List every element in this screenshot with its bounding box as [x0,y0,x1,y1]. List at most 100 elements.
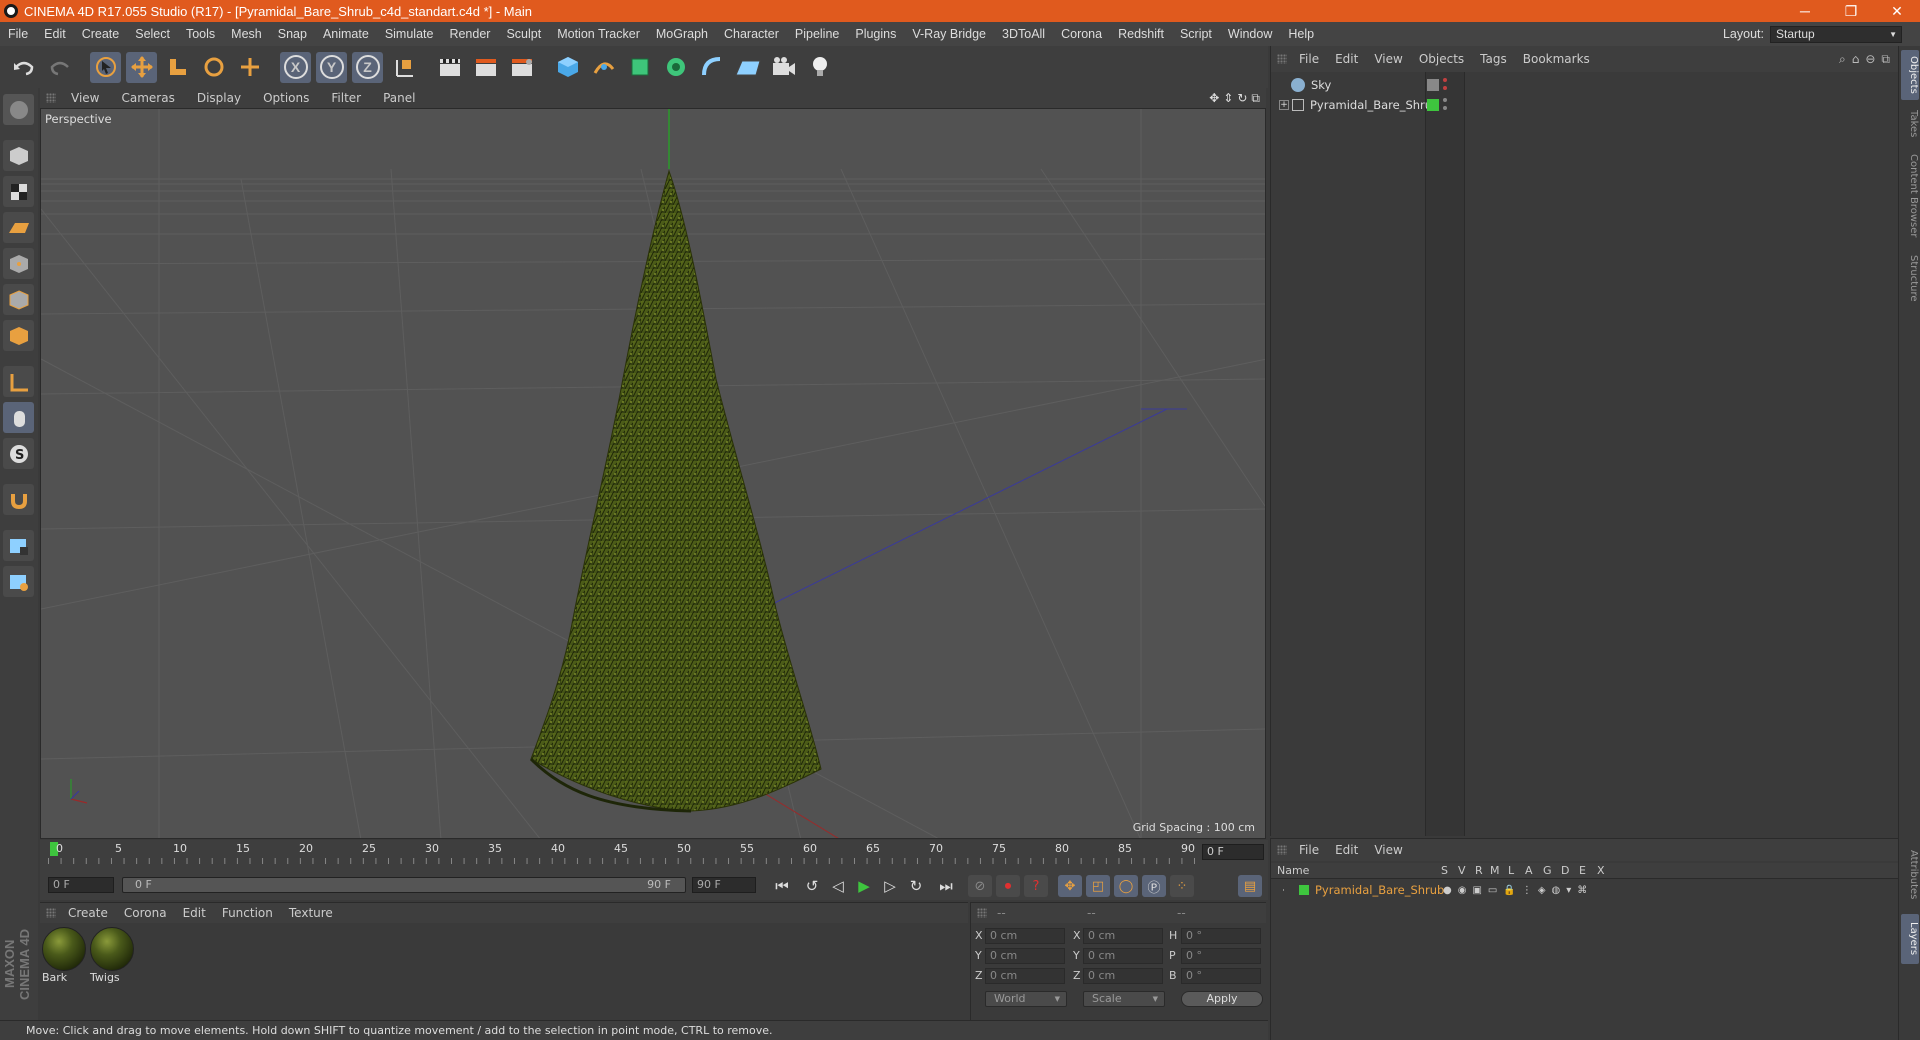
render-picture-viewer-button[interactable] [470,52,501,83]
transform-tool-button[interactable] [234,52,265,83]
move-tool-button[interactable] [126,51,157,83]
render-settings-button[interactable] [506,52,537,83]
menu-script[interactable]: Script [1172,27,1220,41]
rotation-p-field[interactable]: 0 ° [1181,948,1261,964]
layers-menu-view[interactable]: View [1366,843,1410,857]
layers-menu-file[interactable]: File [1291,843,1327,857]
size-y-field[interactable]: 0 cm [1083,948,1163,964]
render-visibility-dot[interactable] [1443,106,1447,110]
viewport-menu-view[interactable]: View [60,91,110,105]
size-x-field[interactable]: 0 cm [1083,928,1163,944]
key-position-button[interactable]: ✥ [1058,875,1082,897]
maximize-button[interactable]: ❐ [1828,0,1874,22]
x-axis-button[interactable]: X [280,51,311,83]
viewport-move-icon[interactable]: ✥ [1209,91,1219,105]
editor-visibility-dot[interactable] [1443,98,1447,102]
add-array-button[interactable] [660,52,691,83]
objects-menu-bookmarks[interactable]: Bookmarks [1515,52,1598,66]
menu-motion-tracker[interactable]: Motion Tracker [549,27,648,41]
material-menu-create[interactable]: Create [60,906,116,920]
material-swatch-twigs[interactable]: Twigs [90,927,136,985]
polygons-mode-button[interactable] [3,320,34,351]
objects-menu-edit[interactable]: Edit [1327,52,1366,66]
key-scale-button[interactable]: ◰ [1086,875,1110,897]
menu-character[interactable]: Character [716,27,787,41]
objects-menu-view[interactable]: View [1366,52,1410,66]
animation-toggle-icon[interactable]: ⋮ [1522,885,1532,896]
object-row-sky[interactable]: Sky [1279,76,1447,94]
material-menu-corona[interactable]: Corona [116,906,175,920]
add-spline-button[interactable] [588,52,619,83]
viewport-menu-display[interactable]: Display [186,91,252,105]
menu-3dtoall[interactable]: 3DToAll [994,27,1053,41]
link-icon[interactable]: ⊖ [1865,52,1875,67]
layout-select[interactable]: Startup [1770,25,1902,43]
texture-mode-button[interactable] [3,176,34,207]
expression-toggle-icon[interactable]: ▾ [1566,885,1571,896]
render-visibility-dot[interactable] [1443,86,1447,90]
layer-color-swatch[interactable] [1299,885,1309,895]
scale-tool-button[interactable] [162,52,193,83]
add-camera-button[interactable] [768,52,799,83]
editor-visibility-dot[interactable] [1443,78,1447,82]
objects-menu-file[interactable]: File [1291,52,1327,66]
material-menu-function[interactable]: Function [214,906,281,920]
viewport-menu-panel[interactable]: Panel [372,91,426,105]
material-menu-texture[interactable]: Texture [281,906,341,920]
end-frame-field[interactable]: 90 F [692,877,756,893]
y-axis-button[interactable]: Y [316,51,347,83]
add-cube-button[interactable] [552,52,583,83]
add-nurbs-button[interactable] [624,52,655,83]
previous-key-button[interactable]: ↺ [800,875,824,897]
axis-mode-button[interactable] [3,366,34,397]
coordinate-system-button[interactable] [388,52,419,83]
close-button[interactable]: ✕ [1874,0,1920,22]
magnet-button[interactable] [3,484,34,515]
generator-toggle-icon[interactable]: ◈ [1538,885,1546,896]
tab-content-browser[interactable]: Content Browser [1901,146,1919,246]
locked-workplane-button[interactable] [3,530,34,561]
viewport-menu-cameras[interactable]: Cameras [110,91,185,105]
workplane-mode-button[interactable] [3,212,34,243]
search-icon[interactable]: ⌕ [1839,52,1846,67]
xref-toggle-icon[interactable]: ⌘ [1577,885,1587,896]
size-mode-select[interactable]: Scale [1083,991,1165,1007]
menu-snap[interactable]: Snap [270,27,315,41]
next-frame-button[interactable]: ▷ [878,875,902,897]
menu-help[interactable]: Help [1280,27,1322,41]
previous-frame-button[interactable]: ◁ [826,875,850,897]
render-toggle-icon[interactable]: ▣ [1472,885,1481,896]
new-window-icon[interactable]: ⧉ [1881,52,1890,67]
planar-workplane-button[interactable] [3,566,34,597]
start-frame-field[interactable]: 0 F [48,877,114,893]
menu-corona[interactable]: Corona [1053,27,1110,41]
objects-menu-tags[interactable]: Tags [1472,52,1515,66]
objects-menu-objects[interactable]: Objects [1411,52,1472,66]
autokey-button[interactable]: ⏺ [996,875,1020,897]
deformer-toggle-icon[interactable]: ◍ [1552,885,1561,896]
play-button[interactable]: ▶ [852,875,876,897]
menu-create[interactable]: Create [74,27,128,41]
add-floor-button[interactable] [732,52,763,83]
add-light-button[interactable] [804,52,835,83]
position-z-field[interactable]: 0 cm [985,968,1065,984]
timeline-ruler[interactable]: 0 5 10 15 20 25 30 35 40 45 50 55 60 65 … [40,840,1268,876]
undo-button[interactable] [8,52,39,83]
coordinate-space-select[interactable]: World [985,991,1067,1007]
material-menu-edit[interactable]: Edit [175,906,214,920]
menu-simulate[interactable]: Simulate [377,27,442,41]
menu-pipeline[interactable]: Pipeline [787,27,847,41]
layer-color-swatch[interactable] [1427,99,1439,111]
menu-edit[interactable]: Edit [36,27,74,41]
viewport-rotate-icon[interactable]: ↻ [1237,91,1247,105]
go-to-end-button[interactable]: ⏭ [934,875,958,897]
viewport-zoom-icon[interactable]: ⇕ [1223,91,1233,105]
menu-redshift[interactable]: Redshift [1110,27,1172,41]
viewport-maximize-icon[interactable]: ⧉ [1251,91,1260,106]
size-z-field[interactable]: 0 cm [1083,968,1163,984]
menu-sculpt[interactable]: Sculpt [498,27,549,41]
menu-mograph[interactable]: MoGraph [648,27,716,41]
tab-attributes[interactable]: Attributes [1901,840,1919,910]
menu-window[interactable]: Window [1220,27,1280,41]
layer-row-pyramidal-bare-shrub[interactable]: Pyramidal_Bare_Shrub ● ◉ ▣ ▭ 🔒 ⋮ ◈ ◍ ▾ ⌘ [1279,881,1587,899]
